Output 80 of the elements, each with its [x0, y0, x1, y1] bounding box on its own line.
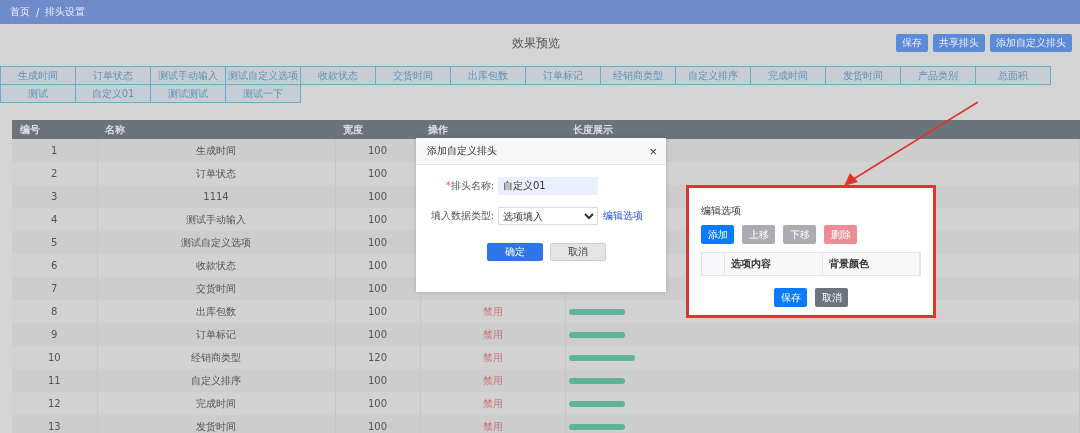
table-cell: 100	[335, 369, 420, 392]
column-header: 名称	[97, 120, 335, 139]
table-cell: 1	[12, 139, 97, 162]
table-cell: 100	[335, 277, 420, 300]
breadcrumb-item[interactable]: 排头设置	[45, 5, 86, 19]
column-tag[interactable]: 自定义排序	[675, 66, 751, 85]
disable-link[interactable]: 禁用	[482, 305, 503, 317]
table-cell: 100	[335, 415, 420, 433]
table-cell: 测试自定义选项	[97, 231, 335, 254]
table-cell: 100	[335, 392, 420, 415]
dialog-button[interactable]: 确定	[486, 243, 543, 261]
column-tag[interactable]: 订单标记	[525, 66, 601, 85]
table-cell: 出库包数	[97, 300, 335, 323]
breadcrumb-item[interactable]: 首页	[10, 5, 30, 19]
toolbar-button[interactable]: 保存	[896, 34, 928, 52]
table-cell: 1114	[97, 185, 335, 208]
panel-button[interactable]: 取消	[815, 288, 848, 307]
panel-button[interactable]: 上移	[742, 225, 775, 244]
toolbar-button[interactable]: 添加自定义排头	[990, 34, 1072, 52]
column-tag[interactable]: 经销商类型	[600, 66, 676, 85]
table-cell: 11	[12, 369, 97, 392]
column-header: 编号	[12, 120, 97, 139]
dialog-button[interactable]: 取消	[549, 243, 606, 261]
table-cell: 100	[335, 300, 420, 323]
table-cell: 发货时间	[97, 415, 335, 433]
table-cell: 2	[12, 162, 97, 185]
column-tag[interactable]: 发货时间	[825, 66, 901, 85]
table-cell: 测试手动输入	[97, 208, 335, 231]
page-title: 效果预览	[512, 34, 560, 52]
panel-button[interactable]: 删除	[824, 225, 857, 244]
column-tag[interactable]: 完成时间	[750, 66, 826, 85]
disable-link[interactable]: 禁用	[482, 420, 503, 432]
table-cell: 经销商类型	[97, 346, 335, 369]
column-header: 长度展示	[565, 120, 1080, 139]
table-cell: 完成时间	[97, 392, 335, 415]
disable-link[interactable]: 禁用	[482, 328, 503, 340]
panel-button[interactable]: 下移	[783, 225, 816, 244]
select-field[interactable]: 选项填入	[498, 207, 598, 225]
disable-link[interactable]: 禁用	[482, 351, 503, 363]
table-cell: 100	[335, 323, 420, 346]
table-cell: 订单标记	[97, 323, 335, 346]
dialog-title: 添加自定义排头	[427, 144, 497, 158]
input-field[interactable]: 自定义01	[498, 177, 598, 195]
column-tag[interactable]: 交货时间	[375, 66, 451, 85]
table-cell: 4	[12, 208, 97, 231]
column-tag[interactable]: 总面积	[975, 66, 1051, 85]
column-tag[interactable]: 出库包数	[450, 66, 526, 85]
panel-button[interactable]: 添加	[701, 225, 734, 244]
table-cell: 7	[12, 277, 97, 300]
table-cell: 9	[12, 323, 97, 346]
edit-link[interactable]: 编辑选项	[603, 209, 643, 223]
column-header: 宽度	[335, 120, 420, 139]
column-tag[interactable]: 测试测试	[150, 84, 226, 103]
field-label: *排头名称:	[444, 179, 495, 193]
options-table-header: 选项内容 背景颜色	[701, 252, 921, 276]
table-cell: 收款状态	[97, 254, 335, 277]
disable-link[interactable]: 禁用	[482, 374, 503, 386]
table-cell: 6	[12, 254, 97, 277]
breadcrumb-separator: /	[36, 6, 40, 18]
table-cell: 120	[335, 346, 420, 369]
table-cell: 交货时间	[97, 277, 335, 300]
disable-link[interactable]: 禁用	[482, 397, 503, 409]
table-cell: 3	[12, 185, 97, 208]
field-label: 填入数据类型:	[429, 209, 495, 223]
table-cell: 12	[12, 392, 97, 415]
panel-title: 编辑选项	[701, 204, 742, 218]
table-cell: 13	[12, 415, 97, 433]
column-tag[interactable]: 测试	[0, 84, 76, 103]
close-button[interactable]: ×	[649, 143, 657, 159]
panel-button[interactable]: 保存	[774, 288, 807, 307]
table-cell: 订单状态	[97, 162, 335, 185]
table-cell: 5	[12, 231, 97, 254]
table-cell: 8	[12, 300, 97, 323]
column-tag[interactable]: 自定义01	[75, 84, 151, 103]
column-tag[interactable]: 收款状态	[300, 66, 376, 85]
table-cell: 自定义排序	[97, 369, 335, 392]
table-cell: 生成时间	[97, 139, 335, 162]
table-cell: 10	[12, 346, 97, 369]
toolbar-button[interactable]: 共享排头	[933, 34, 985, 52]
column-tag[interactable]: 产品类别	[900, 66, 976, 85]
